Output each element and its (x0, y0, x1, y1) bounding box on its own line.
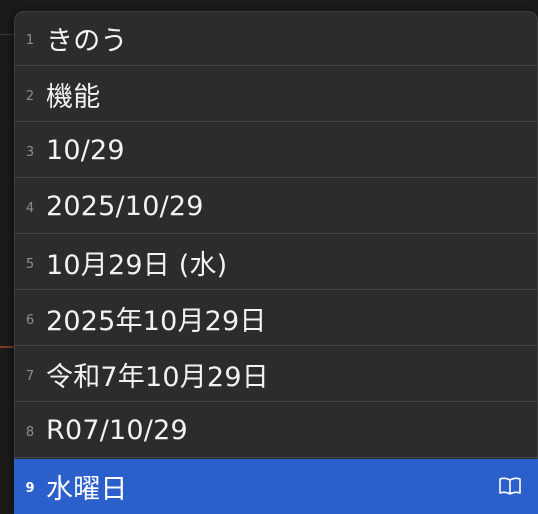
candidate-row-7[interactable]: 7 令和7年10月29日 (14, 347, 538, 402)
candidate-index: 7 (25, 368, 35, 384)
candidate-text: 水曜日 (46, 474, 128, 505)
candidate-index: 4 (25, 200, 35, 216)
candidate-row-3[interactable]: 3 10/29 (14, 123, 538, 178)
candidate-text: 2025/10/29 (46, 190, 204, 222)
candidate-text: R07/10/29 (46, 414, 188, 446)
candidate-text: 10/29 (46, 134, 125, 166)
candidate-text: 2025年10月29日 (46, 305, 267, 337)
candidate-index: 9 (25, 481, 35, 496)
candidate-index: 6 (25, 312, 35, 328)
candidate-row-6[interactable]: 6 2025年10月29日 (14, 291, 538, 346)
candidate-row-8[interactable]: 8 R07/10/29 (14, 403, 538, 458)
candidate-row-2[interactable]: 2 機能 (14, 67, 538, 122)
candidate-text: 令和7年10月29日 (46, 361, 269, 393)
candidate-index: 3 (25, 144, 35, 160)
candidate-index: 1 (25, 32, 35, 48)
candidate-row-9-selected[interactable]: 9 水曜日 (14, 459, 538, 514)
candidate-text: 10月29日 (水) (46, 249, 228, 281)
candidate-text: きのう (46, 25, 128, 57)
ime-candidate-window: 1 きのう 2 機能 3 10/29 4 2025/10/29 5 10月29日… (14, 11, 538, 514)
candidate-index: 5 (25, 256, 35, 272)
candidate-row-1[interactable]: 1 きのう (14, 11, 538, 66)
candidate-row-4[interactable]: 4 2025/10/29 (14, 179, 538, 234)
candidate-index: 2 (25, 88, 35, 104)
book-icon[interactable] (498, 477, 522, 495)
candidate-index: 8 (25, 424, 35, 440)
candidate-row-5[interactable]: 5 10月29日 (水) (14, 235, 538, 290)
candidate-text: 機能 (46, 81, 101, 113)
